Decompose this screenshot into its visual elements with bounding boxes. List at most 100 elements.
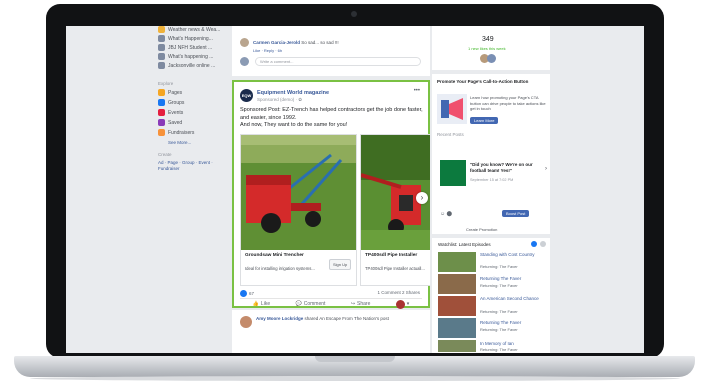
episode-title[interactable]: Returning The Faver — [480, 276, 521, 281]
calendar-icon — [158, 109, 165, 116]
episode-thumbnail[interactable] — [438, 274, 476, 294]
learn-more-button[interactable]: Learn More — [470, 117, 499, 124]
episode-title[interactable]: In Memory of Ian — [480, 341, 514, 346]
comment-input[interactable]: Write a comment... — [255, 57, 421, 66]
group-icon — [158, 35, 165, 42]
page-name[interactable]: Equipment World magazine — [257, 90, 329, 96]
groups-icon — [158, 99, 165, 106]
group-icon — [158, 62, 165, 69]
create-heading: Create — [158, 152, 172, 157]
promote-box: Promote Your Page's Call-to-Action Butto… — [432, 74, 550, 156]
card-description: Ideal for installing irrigation systems.… — [245, 266, 315, 271]
episode-title[interactable]: Returning The Faver — [480, 320, 521, 325]
right-column: 349 1 new likes this week Promote Your P… — [432, 26, 552, 353]
recent-post-date: September 15 at 7:02 PM — [470, 178, 514, 182]
trencher-image — [241, 135, 356, 250]
episode-title[interactable]: An American Second Chance — [480, 296, 539, 301]
promote-text: Learn how promoting your Page's CTA butt… — [470, 95, 546, 111]
like-reaction-icon — [240, 290, 247, 297]
bookmark-icon — [158, 119, 165, 126]
recent-post-thumbnail[interactable] — [440, 160, 466, 186]
sidebar-item-groups[interactable]: Groups — [158, 99, 184, 106]
more-options-icon[interactable]: ••• — [414, 88, 420, 94]
boost-post-button[interactable]: Boost Post — [502, 210, 530, 217]
reactions[interactable]: 67 — [240, 290, 254, 297]
page-avatar-selector[interactable]: ▾ — [395, 299, 410, 309]
explore-heading: Explore — [158, 81, 174, 86]
recent-post-text: "Did you know? We're on our football tea… — [470, 162, 533, 173]
flag-icon — [158, 89, 165, 96]
carousel: Groundsaw Mini Trencher Sign Up Ideal fo… — [240, 134, 430, 286]
like-button[interactable]: 👍 Like — [253, 301, 270, 307]
watchlist-box: Watchlist: Latest Episodes Standing with… — [432, 238, 550, 353]
page-logo[interactable]: EQW — [240, 89, 253, 102]
see-more-link[interactable]: See More... — [168, 140, 191, 145]
episode-thumbnail[interactable] — [438, 318, 476, 338]
card-title: TP400sdl Pipe Installer — [365, 253, 418, 258]
sidebar-item[interactable]: What's happening ... — [158, 53, 213, 60]
chevron-right-icon[interactable]: › — [545, 166, 547, 172]
carousel-card[interactable]: TP400sdl Pipe Installer TP400sdl Pipe In… — [360, 134, 430, 286]
commenter-name[interactable]: Carmen Garcia-Jerold — [253, 40, 300, 45]
fundraiser-icon — [158, 129, 165, 136]
laptop-shadow — [30, 376, 680, 381]
avatar — [395, 299, 405, 309]
likes-count: 349 — [482, 36, 494, 43]
sidebar-item[interactable]: Jacksonville online ... — [158, 62, 215, 69]
sidebar-item[interactable]: JBJ NFH Student ... — [158, 44, 212, 51]
comment-actions[interactable]: Like · Reply · 6h — [253, 48, 282, 53]
create-promotion-link[interactable]: Create Promotion — [466, 227, 497, 232]
likes-subtitle: 1 new likes this week — [468, 46, 506, 51]
recent-posts-heading: Recent Posts — [437, 132, 464, 137]
episode-show: Returning: The Faver — [480, 283, 518, 288]
thumbs-up-icon: 👍 — [252, 301, 259, 307]
group-icon — [158, 26, 165, 33]
recent-post-box: "Did you know? We're on our football tea… — [432, 156, 550, 234]
page-stats-box: 349 1 new likes this week — [432, 26, 550, 70]
episode-thumbnail[interactable] — [438, 252, 476, 272]
chevron-right-icon[interactable]: › — [416, 192, 428, 204]
card-title: Groundsaw Mini Trencher — [245, 253, 304, 258]
sidebar-item-fundraisers[interactable]: Fundraisers — [158, 129, 194, 136]
comment-button[interactable]: 💬 Comment — [296, 301, 326, 307]
camera-icon — [351, 11, 357, 17]
episode-thumbnail[interactable] — [438, 296, 476, 316]
sign-up-button[interactable]: Sign Up — [329, 259, 352, 270]
sidebar-item-pages[interactable]: Pages — [158, 89, 182, 96]
sidebar-item-events[interactable]: Events — [158, 109, 183, 116]
watchlist-heading: Watchlist: Latest Episodes — [438, 242, 491, 247]
avatar[interactable] — [240, 38, 249, 47]
avatar[interactable] — [240, 316, 252, 328]
comment: Carmen Garcia-Jerold So sad... so sad !!… — [240, 38, 339, 47]
episode-show: Returning: The Faver — [480, 309, 518, 314]
group-icon — [158, 44, 165, 51]
sidebar-item-saved[interactable]: Saved — [158, 119, 182, 126]
post-text: Sponsored Post: EZ-Trench has helped con… — [240, 107, 423, 128]
comment-icon: 💬 — [295, 301, 302, 307]
laptop-notch — [315, 356, 395, 362]
avatar — [240, 57, 249, 66]
create-links[interactable]: Ad · Page · Group · Event · Fundraiser — [158, 160, 218, 172]
laptop-screen: Weather news & Wea... What's Happening..… — [66, 26, 644, 353]
card-description: TP400sdl Pipe Installer actuall... — [365, 266, 425, 271]
sponsored-post: EQW Equipment World magazine Sponsored (… — [232, 80, 430, 309]
comment-share-counts[interactable]: 1 Comment 2 Shares — [377, 290, 420, 295]
chevron-down-icon: ▾ — [406, 301, 410, 307]
next-post-card: Amy Moore Lockridge shared An Escape Fro… — [232, 310, 430, 353]
sidebar-item[interactable]: Weather news & Wea... — [158, 26, 220, 33]
sidebar-item[interactable]: What's Happening... — [158, 35, 213, 42]
pagination-dot[interactable] — [540, 241, 546, 247]
carousel-card[interactable]: Groundsaw Mini Trencher Sign Up Ideal fo… — [240, 134, 357, 286]
episode-thumbnail[interactable] — [438, 340, 476, 352]
avatar — [487, 54, 496, 63]
share-icon: ↪ — [350, 301, 356, 307]
episode-title[interactable]: Standing with Cost Country — [480, 252, 535, 257]
episode-show: Returning: The Faver — [480, 347, 518, 352]
pagination-dot[interactable] — [531, 241, 537, 247]
share-button[interactable]: ↪ Share — [351, 301, 371, 307]
previous-post-card: Carmen Garcia-Jerold So sad... so sad !!… — [232, 26, 430, 76]
left-sidebar: Weather news & Wea... What's Happening..… — [66, 26, 230, 353]
next-post-header: Amy Moore Lockridge shared An Escape Fro… — [240, 316, 416, 328]
sponsored-label: Sponsored (demo) · ✿ — [257, 97, 303, 102]
promote-title: Promote Your Page's Call-to-Action Butto… — [437, 79, 529, 84]
